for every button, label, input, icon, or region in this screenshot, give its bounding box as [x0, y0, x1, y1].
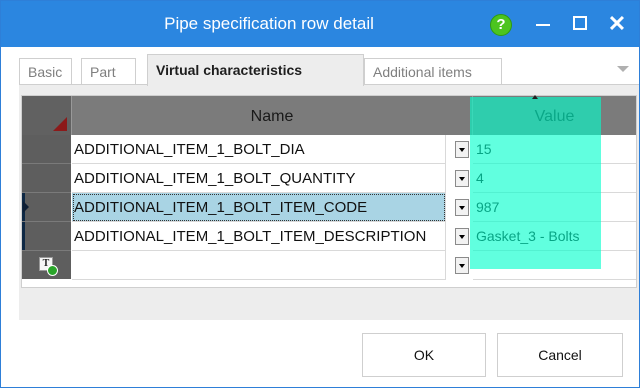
column-header-value[interactable]: Value [473, 96, 636, 135]
new-row-header[interactable]: T [22, 251, 71, 279]
new-row-name-cell[interactable] [72, 251, 446, 280]
title-bar[interactable]: Pipe specification row detail ? ✕ [1, 1, 639, 47]
row-header[interactable] [22, 222, 71, 251]
tab-strip: Basic Part Virtual characteristics Addit… [19, 54, 639, 86]
row-bar [22, 222, 25, 250]
name-dropdown-button[interactable] [455, 228, 469, 245]
sort-indicator-icon [532, 95, 538, 99]
name-cell[interactable]: ADDITIONAL_ITEM_1_BOLT_ITEM_DESCRIPTION [72, 222, 446, 251]
tabs-dropdown-icon[interactable] [617, 66, 629, 72]
name-cell[interactable]: ADDITIONAL_ITEM_1_BOLT_QUANTITY [72, 164, 446, 193]
value-cell[interactable]: Gasket_3 - Bolts [473, 222, 636, 251]
name-dropdown-button[interactable] [455, 257, 469, 274]
value-cell[interactable]: 15 [473, 135, 636, 164]
name-cell-selected[interactable]: ADDITIONAL_ITEM_1_BOLT_ITEM_CODE [72, 193, 446, 222]
current-row-pointer-icon [23, 201, 29, 213]
new-row-value-cell[interactable] [473, 251, 636, 280]
row-header[interactable] [22, 135, 71, 164]
grid-corner[interactable] [22, 96, 72, 135]
tab-virtual-characteristics[interactable]: Virtual characteristics [147, 54, 364, 86]
name-dropdown-button[interactable] [455, 199, 469, 216]
tab-additional-items[interactable]: Additional items [364, 58, 502, 84]
tab-part[interactable]: Part [81, 58, 136, 84]
row-header[interactable] [22, 164, 71, 193]
add-row-icon[interactable]: T [39, 257, 58, 276]
column-header-name[interactable]: Name [72, 96, 473, 135]
cancel-button[interactable]: Cancel [497, 333, 623, 377]
tab-panel: Name Value ADDITIONAL_ITEM_1_BOLT_DIA 15… [19, 84, 639, 320]
help-icon[interactable]: ? [490, 14, 512, 36]
name-dropdown-button[interactable] [455, 141, 469, 158]
dialog-window: Pipe specification row detail ? ✕ Basic … [0, 0, 640, 388]
tab-basic[interactable]: Basic [19, 58, 72, 84]
column-header-value-label: Value [534, 108, 575, 125]
name-cell[interactable]: ADDITIONAL_ITEM_1_BOLT_DIA [72, 135, 446, 164]
ok-button[interactable]: OK [362, 333, 486, 377]
minimize-icon[interactable] [531, 11, 557, 37]
row-header-current[interactable] [22, 193, 71, 222]
corner-indicator-icon [53, 117, 67, 131]
maximize-icon[interactable] [568, 11, 594, 37]
characteristics-grid: Name Value ADDITIONAL_ITEM_1_BOLT_DIA 15… [21, 95, 637, 288]
value-cell[interactable]: 4 [473, 164, 636, 193]
value-cell[interactable]: 987 [473, 193, 636, 222]
name-dropdown-button[interactable] [455, 170, 469, 187]
window-title: Pipe specification row detail [164, 14, 374, 33]
close-icon[interactable]: ✕ [603, 10, 631, 38]
